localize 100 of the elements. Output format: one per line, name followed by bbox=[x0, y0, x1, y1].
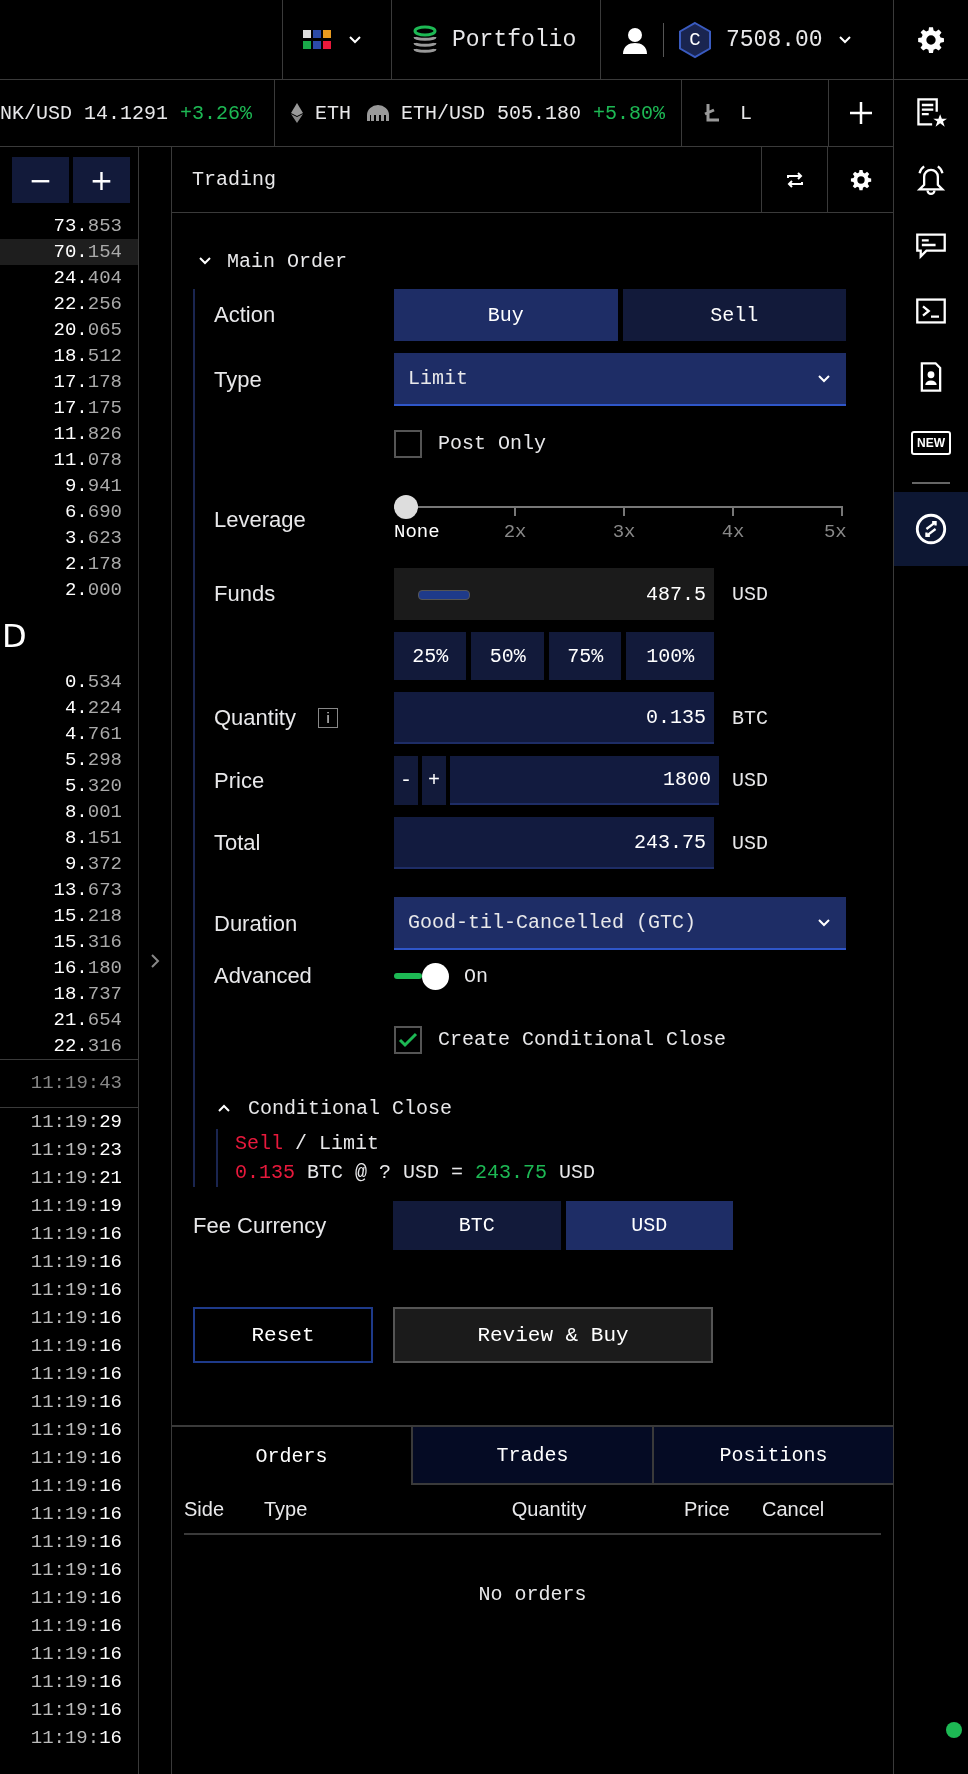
field-label: Fee Currency bbox=[193, 1212, 327, 1239]
option-button[interactable]: Buy bbox=[394, 289, 618, 341]
quantity-field[interactable]: 0.135 bbox=[394, 692, 714, 744]
sidebar-button[interactable] bbox=[894, 492, 968, 566]
checkbox-label: Post Only bbox=[438, 432, 547, 455]
order-book-size: 5.298 bbox=[63, 748, 123, 773]
price-change: +5.80% bbox=[593, 101, 666, 125]
order-book-size: 9.941 bbox=[63, 474, 123, 499]
trade-time: 11:19:16 bbox=[30, 1419, 122, 1441]
tick-label: 2x bbox=[503, 521, 527, 543]
order-book-size: 2.178 bbox=[63, 552, 123, 577]
reset-button[interactable]: Reset bbox=[193, 1307, 373, 1363]
trade-time: 11:19:21 bbox=[30, 1167, 122, 1189]
toggle-state: On bbox=[464, 964, 488, 988]
order-book-size: 16.180 bbox=[52, 956, 123, 981]
percent-button[interactable]: 75% bbox=[548, 632, 622, 680]
info-icon[interactable]: i bbox=[317, 708, 338, 728]
order-book-size: 18.737 bbox=[52, 982, 123, 1007]
column-header: Price bbox=[684, 1497, 730, 1520]
funds-field[interactable]: 487.5 bbox=[394, 568, 714, 620]
ticker-symbol[interactable]: ETH/USD bbox=[401, 101, 486, 125]
option-button[interactable]: USD bbox=[565, 1201, 733, 1250]
order-book-size: 4.761 bbox=[63, 722, 123, 747]
field-label: Price bbox=[214, 767, 265, 794]
trade-time: 11:19:16 bbox=[30, 1531, 122, 1553]
trade-time: 11:19:16 bbox=[30, 1503, 122, 1525]
zoom-in-button[interactable]: + bbox=[73, 157, 130, 203]
hexagon-coin-icon bbox=[678, 20, 712, 59]
trade-time: 11:19:16 bbox=[30, 1475, 122, 1497]
order-book-size: 9.372 bbox=[63, 852, 123, 877]
diamond-icon bbox=[291, 103, 304, 123]
ticker-item[interactable]: NK/USD 14.1291 +3.26% bbox=[0, 80, 276, 146]
checkbox[interactable] bbox=[394, 429, 422, 458]
price-change: +3.26% bbox=[180, 101, 253, 125]
field-label: Leverage bbox=[214, 507, 306, 533]
slider-thumb[interactable] bbox=[394, 495, 418, 519]
list-star-icon bbox=[915, 97, 947, 129]
order-book-size: 73.853 bbox=[52, 214, 123, 239]
price-field[interactable]: 1800 bbox=[450, 756, 720, 805]
dropdown[interactable]: Good-til-Cancelled (GTC) bbox=[394, 897, 846, 950]
ticker-item[interactable]: ETH/USD 505.180 +5.80% bbox=[367, 80, 683, 146]
order-book-size: 13.673 bbox=[52, 878, 123, 903]
order-book-size: 4.224 bbox=[63, 696, 123, 721]
order-book-size: 15.218 bbox=[52, 904, 123, 929]
conditional-close-toggle[interactable]: Conditional Close bbox=[216, 1091, 846, 1125]
tab[interactable]: Positions bbox=[652, 1427, 893, 1485]
trade-time: 11:19:16 bbox=[30, 1615, 122, 1637]
order-book-size: 22.256 bbox=[52, 292, 123, 317]
settings-icon bbox=[917, 25, 945, 54]
unit-label: BTC bbox=[732, 706, 768, 730]
trade-time: 11:19:29 bbox=[30, 1111, 122, 1133]
trade-time: 11:19:16 bbox=[30, 1391, 122, 1413]
percent-button[interactable]: 25% bbox=[394, 632, 467, 680]
toggle-switch[interactable] bbox=[394, 962, 450, 990]
percent-button[interactable]: 50% bbox=[471, 632, 544, 680]
sidebar-button[interactable]: NEW bbox=[894, 410, 968, 476]
option-button[interactable]: Sell bbox=[622, 289, 846, 341]
order-book-size: 6.690 bbox=[63, 500, 123, 525]
settings-icon bbox=[849, 168, 872, 191]
trade-time: 11:19:16 bbox=[30, 1587, 122, 1609]
ticker-symbol[interactable]: ETH bbox=[315, 101, 352, 125]
tab[interactable]: Trades bbox=[411, 1427, 652, 1485]
empty-message: No orders bbox=[478, 1583, 587, 1606]
main-order-toggle[interactable]: Main Order bbox=[193, 241, 893, 281]
tick-label: 3x bbox=[612, 521, 636, 543]
trade-time: 11:19:16 bbox=[30, 1447, 122, 1469]
zoom-out-button[interactable]: − bbox=[12, 157, 69, 203]
ticker-price: 14.1291 bbox=[84, 101, 169, 125]
decrement-button[interactable]: - bbox=[394, 756, 418, 805]
trade-time: 11:19:16 bbox=[30, 1671, 122, 1693]
app-grid-icon bbox=[303, 29, 331, 50]
percent-button[interactable]: 100% bbox=[626, 632, 714, 680]
trade-time: 11:19:16 bbox=[30, 1251, 122, 1273]
trade-time: 11:19:16 bbox=[30, 1699, 122, 1721]
tick-label: 4x bbox=[721, 521, 745, 543]
option-button[interactable]: BTC bbox=[393, 1201, 561, 1250]
trade-time: 11:19:16 bbox=[30, 1335, 122, 1357]
funds-bar-icon bbox=[418, 590, 470, 600]
review-button[interactable]: Review & Buy bbox=[393, 1307, 713, 1363]
trade-time: 11:19:19 bbox=[30, 1195, 122, 1217]
order-book-size: 17.178 bbox=[52, 370, 123, 395]
clock-time: 11:19:43 bbox=[30, 1072, 122, 1094]
checkbox[interactable] bbox=[394, 1025, 422, 1054]
balance-amount: 7508.00 bbox=[726, 26, 823, 53]
ticker-symbol[interactable]: NK/USD bbox=[0, 101, 72, 125]
increment-button[interactable]: + bbox=[422, 756, 447, 805]
order-book-size: 11.826 bbox=[52, 422, 123, 447]
order-book-size: 2.000 bbox=[63, 578, 123, 603]
checkbox-label: Create Conditional Close bbox=[438, 1028, 727, 1051]
pound-l-icon bbox=[704, 103, 721, 123]
order-book-size: 5.320 bbox=[63, 774, 123, 799]
dropdown[interactable]: Limit bbox=[394, 353, 846, 406]
trade-time: 11:19:16 bbox=[30, 1727, 122, 1749]
swap-circle-icon bbox=[915, 513, 947, 545]
settings-button[interactable] bbox=[917, 25, 945, 54]
order-book-size: 8.151 bbox=[63, 826, 123, 851]
arches-icon bbox=[367, 105, 390, 121]
total-field[interactable]: 243.75 bbox=[394, 817, 714, 869]
ticker-symbol[interactable]: L bbox=[740, 101, 753, 125]
portfolio-link[interactable]: Portfolio bbox=[452, 26, 577, 53]
